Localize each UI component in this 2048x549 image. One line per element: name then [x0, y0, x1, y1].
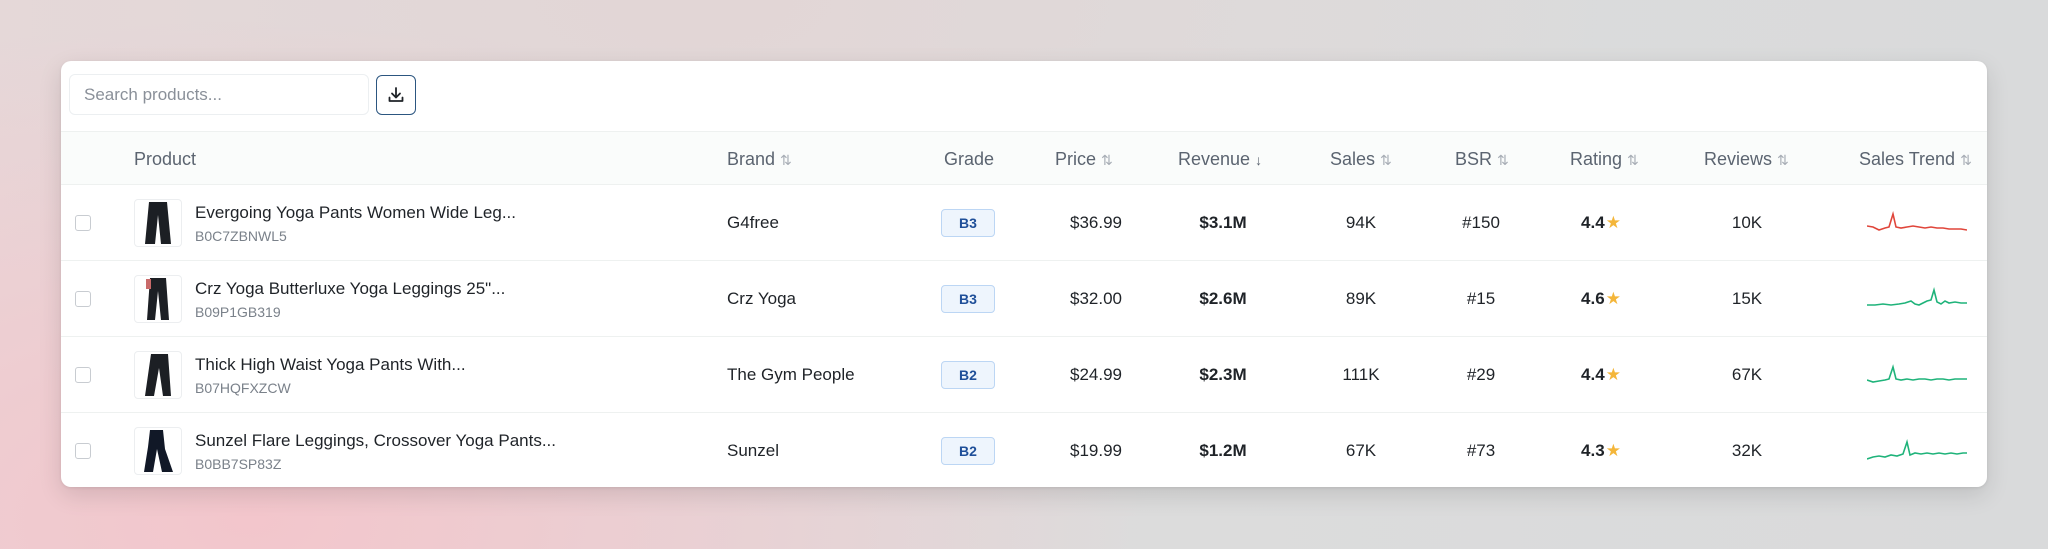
sort-icon: ⇅	[1777, 152, 1789, 168]
reviews-cell: 15K	[1731, 289, 1763, 308]
bsr-cell: #150	[1462, 213, 1500, 232]
price-cell: $32.00	[1070, 289, 1122, 308]
brand-cell: Crz Yoga	[727, 289, 796, 308]
product-name[interactable]: Thick High Waist Yoga Pants With...	[195, 355, 466, 375]
price-cell: $36.99	[1070, 213, 1122, 232]
revenue-cell: $1.2M	[1199, 441, 1247, 460]
grade-badge: B3	[941, 285, 995, 313]
sales-trend-sparkline	[1867, 364, 1967, 383]
brand-cell: G4free	[727, 213, 779, 232]
download-icon	[388, 87, 404, 102]
column-header-brand[interactable]: Brand ⇅	[727, 132, 792, 186]
product-name[interactable]: Crz Yoga Butterluxe Yoga Leggings 25"...	[195, 279, 505, 299]
leggings-image-icon	[145, 202, 171, 244]
rating-cell: 4.6★	[1581, 289, 1621, 308]
sales-trend-sparkline	[1867, 287, 1967, 306]
star-icon: ★	[1605, 441, 1621, 460]
revenue-cell: $2.3M	[1199, 365, 1247, 384]
sort-icon: ⇅	[1627, 152, 1639, 168]
bsr-cell: #15	[1466, 289, 1496, 308]
product-thumbnail	[134, 275, 182, 323]
sort-desc-icon: ↓	[1255, 152, 1263, 168]
column-header-sales-trend[interactable]: Sales Trend ⇅	[1859, 132, 1972, 186]
row-checkbox[interactable]	[75, 443, 91, 459]
row-checkbox[interactable]	[75, 215, 91, 231]
sort-icon: ⇅	[1101, 152, 1113, 168]
reviews-cell: 32K	[1731, 441, 1763, 460]
download-button[interactable]	[376, 75, 416, 115]
table-row[interactable]: Crz Yoga Butterluxe Yoga Leggings 25"...…	[61, 261, 1987, 337]
sort-icon: ⇅	[1380, 152, 1392, 168]
rating-cell: 4.4★	[1581, 213, 1621, 232]
column-header-product[interactable]: Product	[134, 132, 196, 186]
column-header-sales[interactable]: Sales ⇅	[1330, 132, 1392, 186]
column-header-revenue[interactable]: Revenue ↓	[1178, 132, 1262, 186]
row-checkbox[interactable]	[75, 367, 91, 383]
product-asin: B0C7ZBNWL5	[195, 228, 287, 244]
table-row[interactable]: Sunzel Flare Leggings, Crossover Yoga Pa…	[61, 413, 1987, 487]
leggings-image-icon	[145, 354, 171, 396]
price-cell: $19.99	[1070, 441, 1122, 460]
rating-cell: 4.3★	[1581, 441, 1621, 460]
column-header-rating[interactable]: Rating ⇅	[1570, 132, 1639, 186]
product-name[interactable]: Sunzel Flare Leggings, Crossover Yoga Pa…	[195, 431, 556, 451]
leggings-image-icon	[146, 278, 169, 320]
brand-cell: The Gym People	[727, 365, 855, 384]
bsr-cell: #29	[1466, 365, 1496, 384]
grade-badge: B2	[941, 361, 995, 389]
star-icon: ★	[1605, 213, 1621, 232]
table-row[interactable]: Thick High Waist Yoga Pants With... B07H…	[61, 337, 1987, 413]
sales-cell: 67K	[1345, 441, 1377, 460]
leggings-image-icon	[144, 430, 173, 472]
grade-badge: B2	[941, 437, 995, 465]
brand-cell: Sunzel	[727, 441, 779, 460]
sort-icon: ⇅	[1960, 152, 1972, 168]
revenue-cell: $2.6M	[1199, 289, 1247, 308]
product-name[interactable]: Evergoing Yoga Pants Women Wide Leg...	[195, 203, 516, 223]
reviews-cell: 67K	[1731, 365, 1763, 384]
column-header-reviews[interactable]: Reviews ⇅	[1704, 132, 1789, 186]
rating-cell: 4.4★	[1581, 365, 1621, 384]
column-header-bsr[interactable]: BSR ⇅	[1455, 132, 1509, 186]
sort-icon: ⇅	[1497, 152, 1509, 168]
star-icon: ★	[1605, 289, 1621, 308]
table-toolbar	[61, 61, 1987, 131]
reviews-cell: 10K	[1731, 213, 1763, 232]
grade-badge: B3	[941, 209, 995, 237]
sort-icon: ⇅	[780, 152, 792, 168]
column-header-grade: Grade	[944, 149, 995, 169]
sales-trend-sparkline	[1867, 439, 1967, 460]
product-thumbnail	[134, 199, 182, 247]
sales-cell: 89K	[1345, 289, 1377, 308]
price-cell: $24.99	[1070, 365, 1122, 384]
row-checkbox[interactable]	[75, 291, 91, 307]
sales-cell: 94K	[1345, 213, 1377, 232]
bsr-cell: #73	[1466, 441, 1496, 460]
product-asin: B07HQFXZCW	[195, 380, 291, 396]
product-thumbnail	[134, 427, 182, 475]
products-table-card: Product Brand⇅ Grade Price⇅ Revenue↓ Sal…	[61, 61, 1987, 487]
product-asin: B0BB7SP83Z	[195, 456, 282, 472]
sales-cell: 111K	[1342, 365, 1380, 384]
table-header: Product Brand ⇅ Grade Price ⇅ Revenue ↓ Sal…	[61, 131, 1987, 185]
revenue-cell: $3.1M	[1199, 213, 1247, 232]
product-thumbnail	[134, 351, 182, 399]
search-input[interactable]	[69, 74, 369, 115]
column-header-price[interactable]: Price ⇅	[1055, 132, 1113, 186]
sales-trend-sparkline	[1867, 211, 1967, 231]
product-asin: B09P1GB319	[195, 304, 281, 320]
star-icon: ★	[1605, 365, 1621, 384]
table-row[interactable]: Evergoing Yoga Pants Women Wide Leg... B…	[61, 185, 1987, 261]
